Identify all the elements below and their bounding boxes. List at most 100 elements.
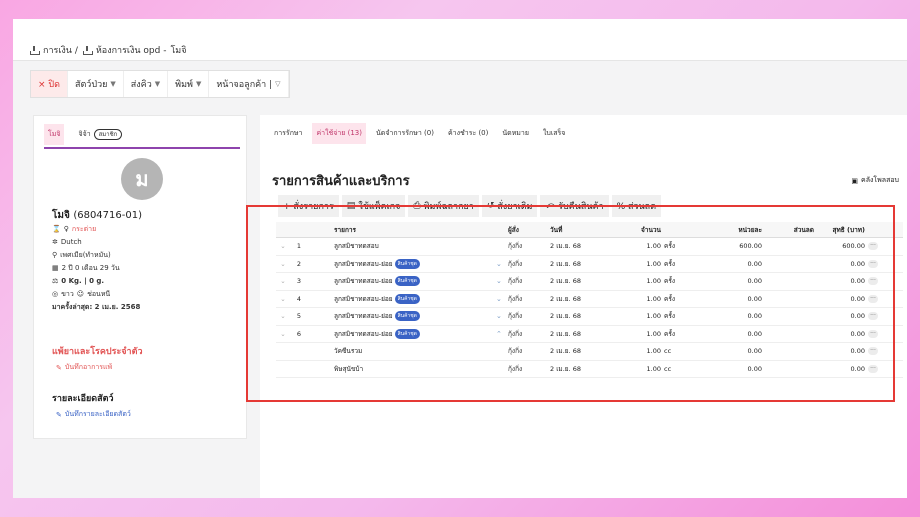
finance-room-icon [82,45,93,55]
row-number: 3 [296,277,302,286]
patient-menu-label: สัตว์ป่วย [74,80,108,90]
bundle-badge: สินค้าชุด [394,293,420,304]
table-row[interactable]: วัคซีนรวม กุ้งกิ่ง 2 เม.ย. 68 1.00 cc 0.00 0.0… [276,343,903,361]
row-qty: 1.00 [646,364,661,373]
printer-icon: ▣ [851,176,859,185]
close-button[interactable]: × ปิด [31,71,68,97]
tab-scheduled-treatment[interactable]: นัดจำการรักษา (0) [372,123,438,144]
more-icon[interactable]: ··· [868,312,878,321]
row-price: 0.00 [747,312,762,321]
allergy-link[interactable]: ✎ บันทึกอาการแพ้ [56,362,112,373]
main-tabs: การรักษา ค่าใช้จ่าย (13) นัดจำการรักษา (… [270,123,569,144]
customer-screen-button[interactable]: หน้าจอลูกค้า | ▽ [209,71,289,97]
patient-tabs: โมจิ จิจ้า สมาชิก [44,124,126,145]
breadcrumb-page[interactable]: ห้องการเงิน opd - [96,43,167,57]
bundle-badge: สินค้าชุด [394,328,420,339]
calendar-icon: ▤ [346,201,356,211]
row-item: วัคซีนรวม [308,346,496,356]
expand-icon[interactable]: ⌄ [276,260,290,268]
finance-icon [29,45,40,55]
more-icon[interactable]: ··· [868,347,878,356]
row-qty: 1.00 [646,259,661,268]
row-item-name: ลูกสมิชาทดสอบ-ย่อย [334,277,393,286]
discount-button[interactable]: % ส่วนลด [611,195,662,217]
send-queue-button[interactable]: ส่งคิว ▼ [124,71,169,97]
table-row[interactable]: ⌄ 1 ลูกสมิชาทดสอบ กุ้งกิ่ง 2 เม.ย. 68 1.00 ครั… [276,238,903,256]
more-icon[interactable]: ··· [868,277,878,286]
print-label-button[interactable]: ⎙ พิมพ์ฉลากยา [408,195,479,217]
table-row[interactable]: ⌄ 4 ลูกสมิชาทดสอบ-ย่อย สินค้าชุด ⌄ กุ้งกิ่ง 2 … [276,291,903,308]
expand-icon[interactable]: ⌄ [276,330,290,338]
more-icon[interactable]: ··· [868,329,878,338]
calendar-icon: ▦ [52,264,59,272]
patient-menu-button[interactable]: สัตว์ป่วย ▼ [68,71,124,97]
row-actions: ··· [865,277,881,286]
smile-icon: ☺ [76,290,85,298]
expand-icon[interactable]: ⌄ [276,312,290,320]
print-button[interactable]: ▣ คลังโพลสอบ [851,175,899,186]
repeat-order-label: สั่งยาเดิม [497,202,533,212]
row-date: 2 เม.ย. 68 [550,329,581,338]
return-icon: ⤺ [545,201,556,211]
weight-icon: ⚖ [52,277,59,285]
tab-patient-active[interactable]: โมจิ [44,124,65,145]
row-orderer: กุ้งกิ่ง [508,347,523,356]
row-chevron[interactable]: ⌄ [496,295,508,303]
tab-receipts[interactable]: ใบเสร็จ [539,123,569,144]
expand-icon[interactable]: ⌄ [276,277,290,285]
main-panel: การรักษา ค่าใช้จ่าย (13) นัดจำการรักษา (… [260,115,907,498]
row-item: ลูกสมิชาทดสอบ-ย่อย สินค้าชุด [308,293,496,304]
row-chevron[interactable]: ⌃ [496,330,508,338]
patient-id: (6804716-01) [73,210,142,221]
row-net: 0.00 [850,329,865,338]
table-row[interactable]: ⌄ 3 ลูกสมิชาทดสอบ-ย่อย สินค้าชุด ⌄ กุ้งกิ่ง 2 … [276,273,903,291]
add-order-button[interactable]: + สั่งรายการ [278,195,339,217]
detail-link[interactable]: ✎ บันทึกรายละเอียดสัตว์ [56,409,131,420]
header-qty: จำนวน [641,225,661,234]
table-row[interactable]: ⌄ 5 ลูกสมิชาทดสอบ-ย่อย สินค้าชุด ⌄ กุ้งกิ่ง 2 … [276,308,903,326]
expand-icon[interactable]: ⌄ [276,242,290,250]
tab-appointments[interactable]: นัดหมาย [498,123,533,144]
breadcrumb-root[interactable]: การเงิน / [43,43,78,57]
table-row[interactable]: พิษสุนัขบ้า กุ้งกิ่ง 2 เม.ย. 68 1.00 cc 0.00 0… [276,361,903,378]
return-item-label: รับคืนสินค้า [558,202,604,212]
row-item: ลูกสมิชาทดสอบ-ย่อย สินค้าชุด [308,276,496,287]
row-item: ลูกสมิชาทดสอบ-ย่อย สินค้าชุด [308,258,496,269]
more-icon[interactable]: ··· [868,294,878,303]
return-item-button[interactable]: ⤺ รับคืนสินค้า [540,195,609,217]
table-body: ⌄ 1 ลูกสมิชาทดสอบ กุ้งกิ่ง 2 เม.ย. 68 1.00 ครั… [276,238,903,378]
row-chevron[interactable]: ⌄ [496,312,508,320]
row-actions: ··· [865,294,881,303]
more-icon[interactable]: ··· [868,242,878,251]
row-price: 0.00 [747,277,762,286]
more-icon[interactable]: ··· [868,364,878,373]
items-table: รายการ ผู้สั่ง วันที่ จำนวน หน่วยละ ส่วน… [276,222,903,378]
row-item-name: ลูกสมิชาทดสอบ-ย่อย [334,312,393,321]
repeat-order-button[interactable]: ↺ สั่งยาเดิม [481,195,538,217]
breadcrumb: การเงิน / ห้องการเงิน opd - โมจิ [29,43,187,57]
row-chevron[interactable]: ⌄ [496,260,508,268]
printer-icon: ⎙ [413,201,421,211]
expand-icon[interactable]: ⌄ [276,295,290,303]
tab-patient-other-label: จิจ้า [78,130,91,138]
row-date: 2 เม.ย. 68 [550,294,581,303]
print-menu-button[interactable]: พิมพ์ ▼ [168,71,210,97]
age-value: 2 ปี 0 เดือน 29 วัน [61,264,120,272]
row-actions: ··· [865,364,881,373]
gender-icon: ♀ [63,225,69,233]
row-item: ลูกสมิชาทดสอบ-ย่อย สินค้าชุด [308,311,496,322]
tab-patient-other[interactable]: จิจ้า สมาชิก [74,124,126,145]
use-package-button[interactable]: ▤ ใช้แพ็คเกจ [341,195,406,217]
print-menu-label: พิมพ์ [175,80,193,90]
more-icon[interactable]: ··· [868,259,878,268]
table-row[interactable]: ⌄ 2 ลูกสมิชาทดสอบ-ย่อย สินค้าชุด ⌄ กุ้งกิ่ง 2 … [276,256,903,273]
detail-link-label: บันทึกรายละเอียดสัตว์ [64,410,131,418]
row-orderer: กุ้งกิ่ง [508,277,523,286]
tab-outstanding[interactable]: ค้างชำระ (0) [444,123,492,144]
row-chevron[interactable]: ⌄ [496,277,508,285]
tab-treatment[interactable]: การรักษา [270,123,306,144]
breed-icon: ✲ [52,238,58,246]
table-row[interactable]: ⌄ 6 ลูกสมิชาทดสอบ-ย่อย สินค้าชุด ⌃ กุ้งกิ่ง 2 … [276,326,903,343]
color-value: ขาว [61,290,74,298]
tab-expenses[interactable]: ค่าใช้จ่าย (13) [312,123,366,144]
